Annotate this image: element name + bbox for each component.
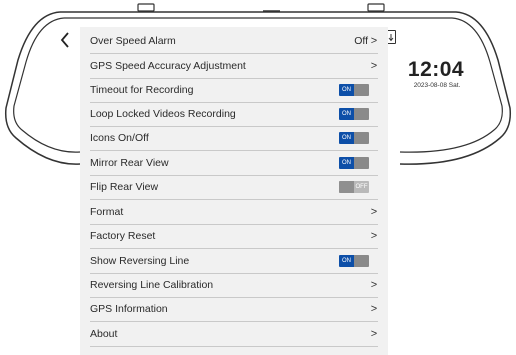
toggle-knob	[354, 84, 369, 96]
toggle-switch[interactable]: ON	[339, 132, 369, 144]
menu-item-factory-reset[interactable]: Factory Reset >	[90, 224, 378, 249]
toggle-state-label: ON	[339, 255, 354, 267]
menu-item-label: Reversing Line Calibration	[90, 279, 214, 291]
menu-item-about[interactable]: About >	[90, 322, 378, 347]
toggle-state-label: OFF	[355, 184, 368, 190]
chevron-right-icon: >	[370, 279, 378, 291]
toggle-switch[interactable]: ON	[339, 157, 369, 169]
menu-item-gps-information[interactable]: GPS Information >	[90, 297, 378, 322]
toggle-knob	[354, 108, 369, 120]
menu-item-gps-speed-accuracy[interactable]: GPS Speed Accuracy Adjustment >	[90, 54, 378, 79]
menu-item-label: Flip Rear View	[90, 181, 159, 193]
chevron-right-icon: >	[370, 328, 378, 340]
toggle-state-label: ON	[339, 157, 354, 169]
toggle-state-label: ON	[339, 108, 354, 120]
clock-date: 2023-08-08 Sat.	[413, 82, 461, 89]
menu-item-label: About	[90, 328, 118, 340]
menu-item-over-speed-alarm[interactable]: Over Speed Alarm Off >	[90, 29, 378, 54]
menu-item-label: GPS Speed Accuracy Adjustment	[90, 60, 246, 72]
toggle-switch[interactable]: ON	[339, 84, 369, 96]
chevron-left-icon	[60, 32, 69, 48]
menu-item-label: Loop Locked Videos Recording	[90, 108, 236, 120]
toggle-switch[interactable]: ON	[339, 255, 369, 267]
menu-item-timeout-recording[interactable]: Timeout for Recording ON	[90, 78, 378, 103]
menu-item-label: Factory Reset	[90, 230, 156, 242]
menu-item-label: Timeout for Recording	[90, 84, 194, 96]
menu-item-label: Mirror Rear View	[90, 157, 169, 169]
toggle-state-label: ON	[339, 132, 354, 144]
menu-item-reversing-line-calibration[interactable]: Reversing Line Calibration >	[90, 273, 378, 298]
menu-item-label: Format	[90, 206, 124, 218]
chevron-right-icon: >	[370, 303, 378, 315]
chevron-right-icon: >	[370, 206, 378, 218]
menu-item-label: Over Speed Alarm	[90, 35, 176, 47]
menu-item-format[interactable]: Format >	[90, 200, 378, 225]
toggle-knob	[354, 255, 369, 267]
settings-panel: Over Speed Alarm Off > GPS Speed Accurac…	[80, 27, 388, 355]
menu-item-flip-rear-view[interactable]: Flip Rear View OFF	[90, 175, 378, 200]
chevron-right-icon: >	[370, 230, 378, 242]
menu-item-label: Icons On/Off	[90, 132, 149, 144]
toggle-knob	[354, 132, 369, 144]
menu-item-label: GPS Information	[90, 303, 168, 315]
toggle-switch[interactable]: ON	[339, 108, 369, 120]
menu-item-show-reversing-line[interactable]: Show Reversing Line ON	[90, 249, 378, 274]
menu-item-value: Off	[354, 35, 368, 47]
toggle-knob	[354, 157, 369, 169]
back-button[interactable]	[56, 29, 74, 51]
toggle-knob	[339, 181, 354, 193]
menu-item-icons-on-off[interactable]: Icons On/Off ON	[90, 126, 378, 151]
toggle-switch[interactable]: OFF	[339, 181, 369, 193]
menu-item-loop-locked-videos[interactable]: Loop Locked Videos Recording ON	[90, 102, 378, 127]
toggle-state-label: ON	[339, 84, 354, 96]
chevron-right-icon: >	[370, 35, 378, 47]
menu-item-label: Show Reversing Line	[90, 255, 190, 267]
menu-item-mirror-rear-view[interactable]: Mirror Rear View ON	[90, 151, 378, 176]
chevron-right-icon: >	[370, 60, 378, 72]
clock-time: 12:04	[407, 58, 465, 81]
